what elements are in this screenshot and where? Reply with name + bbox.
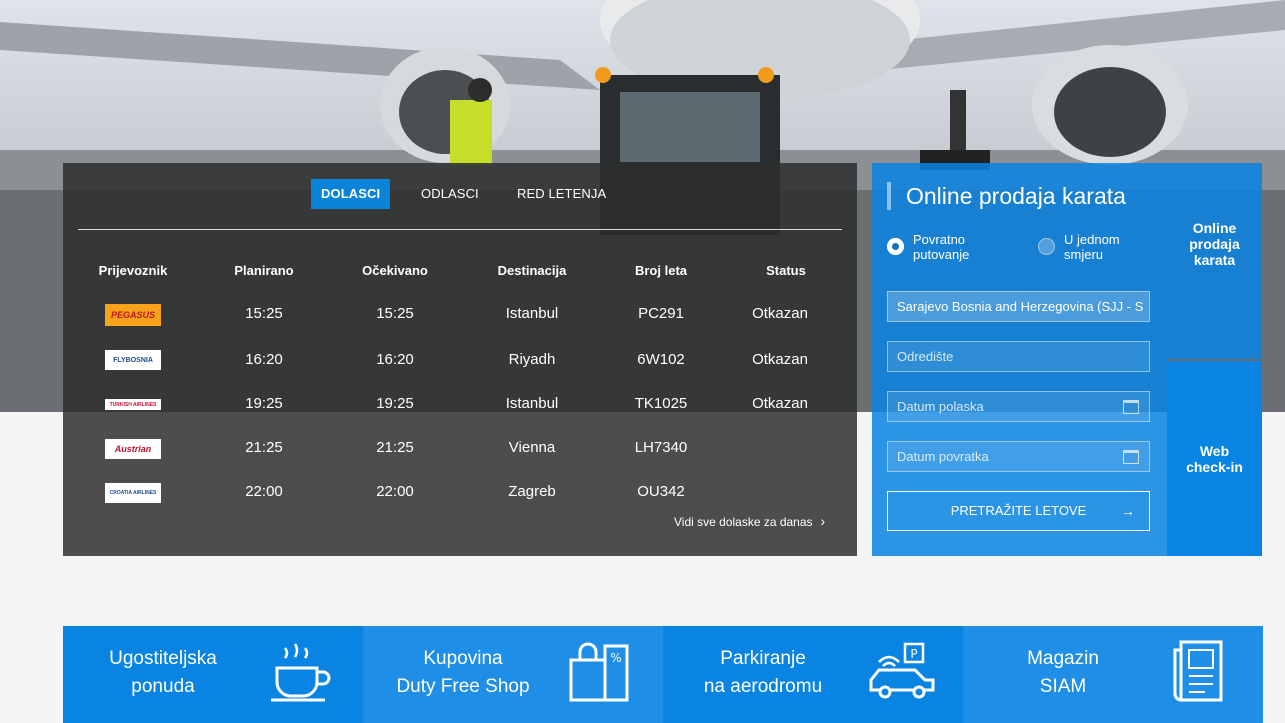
depart-date-placeholder: Datum polaska: [897, 399, 984, 414]
row2-planned: 16:20: [245, 351, 283, 368]
tile-dutyfree-line1: Kupovina: [423, 648, 503, 669]
calendar-icon[interactable]: [1123, 400, 1139, 414]
tile-catering[interactable]: Ugostiteljska ponuda: [63, 626, 363, 723]
col-prijevoznik: Prijevoznik: [98, 263, 168, 278]
col-ocekivano: Očekivano: [362, 263, 428, 278]
magazine-icon: [1173, 640, 1223, 702]
radio-one-way[interactable]: U jednom smjeru: [1038, 232, 1144, 262]
tile-magazine-line2: SIAM: [1039, 676, 1087, 697]
croatia-airlines-logo: CROATIA AIRLINES: [105, 483, 161, 503]
tile-catering-title: Ugostiteljska ponuda: [63, 645, 263, 701]
side-online-tickets[interactable]: Online prodaja karata: [1167, 163, 1262, 359]
col-status: Status: [766, 263, 806, 278]
see-all-label: Vidi sve dolaske za danas: [674, 515, 813, 529]
row4-flight: LH7340: [634, 439, 688, 456]
row4-destination: Vienna: [508, 439, 556, 456]
row2-destination: Riyadh: [508, 351, 556, 368]
tile-duty-free[interactable]: Kupovina Duty Free Shop %: [363, 626, 663, 723]
row2-expected: 16:20: [376, 351, 414, 368]
tile-catering-line2: ponuda: [131, 676, 195, 697]
col-broj-leta: Broj leta: [634, 263, 687, 278]
depart-date-field[interactable]: Datum polaska: [887, 391, 1150, 422]
chevron-right-icon: ›: [820, 513, 826, 529]
side-webcheckin-label: Web check-in: [1186, 442, 1243, 475]
radio-selected-icon: [887, 238, 904, 255]
row5-flight: OU342: [637, 483, 685, 500]
tabs-divider: [78, 229, 842, 230]
row5-destination: Zagreb: [508, 483, 556, 500]
shopping-bags-icon: %: [569, 642, 629, 702]
coffee-cup-icon: [271, 643, 331, 702]
col-destinacija: Destinacija: [497, 263, 567, 278]
tab-dolasci[interactable]: DOLASCI: [311, 179, 391, 209]
svg-text:P: P: [910, 647, 917, 661]
tile-parking-line2: na aerodromu: [703, 676, 823, 697]
row3-expected: 19:25: [376, 395, 414, 412]
row4-expected: 21:25: [376, 439, 414, 456]
col-planirano: Planirano: [234, 263, 294, 278]
return-date-placeholder: Datum povratka: [897, 449, 989, 464]
turkish-airlines-logo: TURKISH AIRLINES: [105, 399, 161, 410]
tile-magazine[interactable]: Magazin SIAM: [963, 626, 1263, 723]
row3-status: Otkazan: [752, 395, 808, 412]
parking-car-icon: P: [869, 642, 935, 699]
tile-parking-line1: Parkiranje: [720, 648, 806, 669]
row4-planned: 21:25: [245, 439, 283, 456]
row5-planned: 22:00: [245, 483, 283, 500]
tab-odlasci[interactable]: ODLASCI: [411, 179, 489, 209]
side-web-checkin[interactable]: Web check-in: [1167, 361, 1262, 556]
tile-dutyfree-line2: Duty Free Shop: [396, 676, 530, 697]
tile-parking-title: Parkiranje na aerodromu: [663, 645, 863, 701]
row1-expected: 15:25: [376, 305, 414, 322]
radio-oneway-label: U jednom smjeru: [1064, 232, 1120, 262]
origin-field[interactable]: Sarajevo Bosnia and Herzegovina (SJJ - S: [887, 291, 1150, 322]
flybosnia-logo: FLYBOSNIA: [105, 350, 161, 370]
radio-unselected-icon: [1038, 238, 1055, 255]
side-online-label: Online prodaja karata: [1189, 220, 1240, 268]
booking-title: Online prodaja karata: [887, 182, 1126, 210]
row1-planned: 15:25: [245, 305, 283, 322]
return-date-field[interactable]: Datum povratka: [887, 441, 1150, 472]
see-all-arrivals-link[interactable]: Vidi sve dolaske za danas ›: [674, 513, 825, 529]
tile-magazine-title: Magazin SIAM: [963, 645, 1163, 701]
row1-status: Otkazan: [752, 305, 808, 322]
search-flights-label: PRETRAŽITE LETOVE: [950, 503, 1087, 518]
row1-destination: Istanbul: [505, 305, 559, 322]
destination-field[interactable]: Odredište: [887, 341, 1150, 372]
svg-text:%: %: [610, 651, 621, 665]
radio-return-label: Povratno putovanje: [913, 232, 970, 262]
radio-return-trip[interactable]: Povratno putovanje: [887, 232, 1013, 262]
tile-parking[interactable]: Parkiranje na aerodromu P: [663, 626, 963, 723]
calendar-icon[interactable]: [1123, 450, 1139, 464]
tile-dutyfree-title: Kupovina Duty Free Shop: [363, 645, 563, 701]
row3-planned: 19:25: [245, 395, 283, 412]
tile-magazine-line1: Magazin: [1027, 648, 1099, 669]
austrian-logo: Austrian: [105, 439, 161, 459]
row5-expected: 22:00: [376, 483, 414, 500]
row3-destination: Istanbul: [505, 395, 559, 412]
pegasus-logo: PEGASUS: [105, 304, 161, 326]
row2-status: Otkazan: [752, 351, 808, 368]
tab-red-letenja[interactable]: RED LETENJA: [507, 179, 616, 209]
arrow-right-icon: →: [1121, 503, 1135, 519]
tile-catering-line1: Ugostiteljska: [109, 648, 217, 669]
search-flights-button[interactable]: PRETRAŽITE LETOVE →: [887, 491, 1150, 531]
